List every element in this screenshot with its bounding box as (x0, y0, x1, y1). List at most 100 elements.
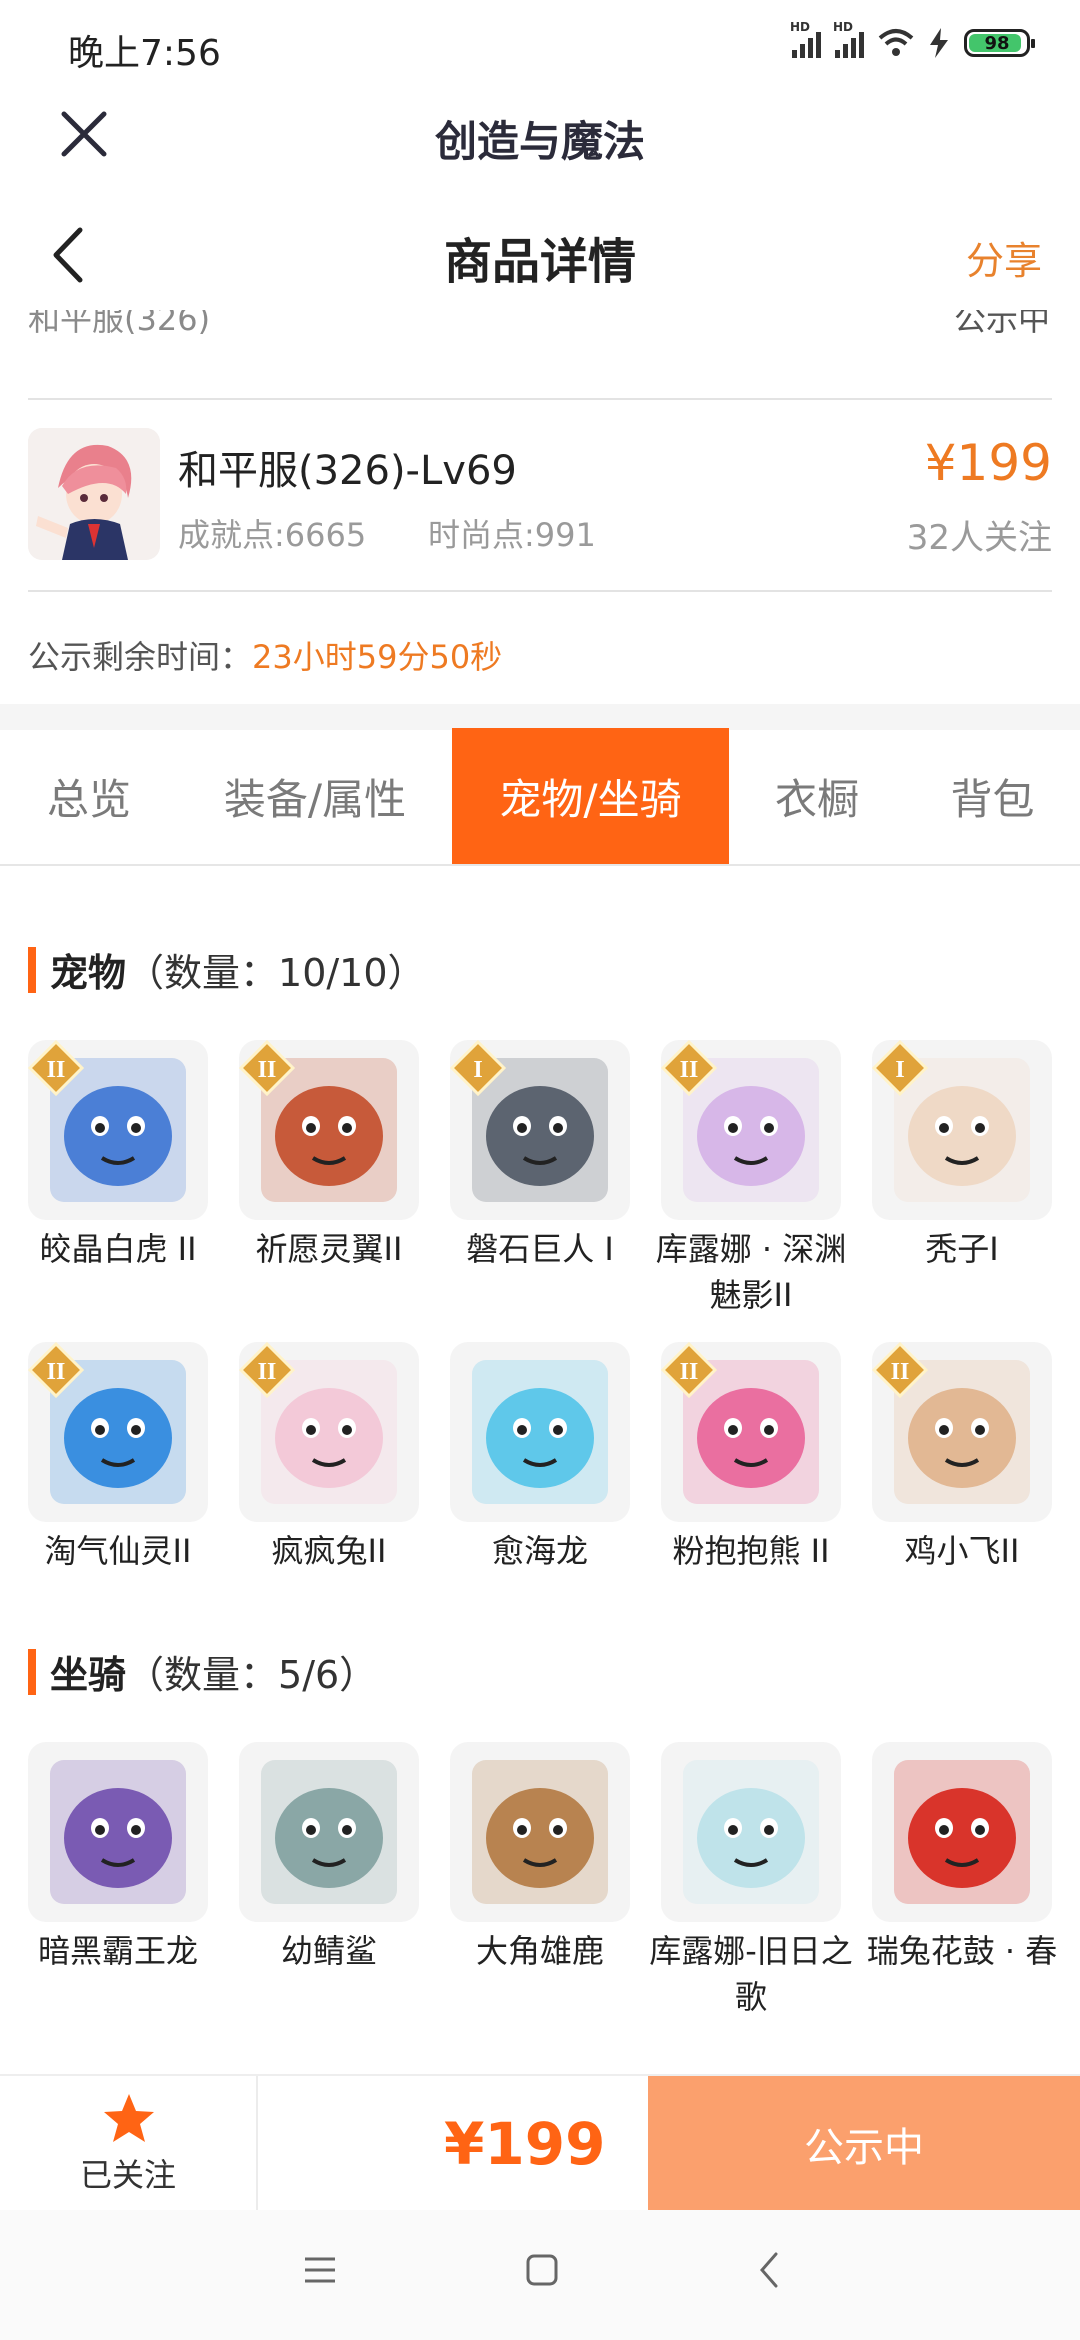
tab-overview[interactable]: 总览 (0, 728, 178, 864)
nav-bar: 商品详情 分享 (0, 200, 1080, 310)
tab-bar: 总览 装备/属性 宠物/坐骑 衣橱 背包 (0, 728, 1080, 864)
pet-name: 祈愿灵翼II (255, 1230, 403, 1268)
mount-name: 瑞兔花鼓 · 春 (866, 1932, 1058, 1970)
pet-image: II (28, 1040, 208, 1220)
bottom-price: ¥199 (444, 2110, 606, 2178)
mount-item[interactable]: 库露娜-旧日之歌 (649, 1742, 853, 2020)
pet-item[interactable]: I 秃子I (872, 1040, 1052, 1272)
status-time: 晚上7:56 (68, 33, 221, 74)
pet-image: II (661, 1040, 841, 1220)
tab-equipment[interactable]: 装备/属性 (178, 728, 452, 864)
tabs-divider (0, 864, 1080, 866)
mount-item[interactable]: 暗黑霸王龙 (28, 1742, 208, 1974)
star-icon (104, 2094, 154, 2142)
follow-label: 已关注 (79, 2156, 176, 2194)
svg-text:II: II (47, 1359, 66, 1385)
back-nav-icon[interactable] (752, 2250, 788, 2290)
pet-name: 皎晶白虎 II (39, 1230, 197, 1268)
menu-icon[interactable] (302, 2252, 338, 2288)
character-avatar (28, 428, 160, 560)
pet-item[interactable]: II 淘气仙灵II (28, 1342, 208, 1574)
mount-image (239, 1742, 419, 1922)
app-title: 创造与魔法 (434, 117, 645, 166)
status-icons: HD HD 98 (790, 20, 1035, 58)
mount-image (28, 1742, 208, 1922)
tab-pets-mounts[interactable]: 宠物/坐骑 (452, 728, 729, 864)
remaining-time-label: 公示剩余时间： (28, 638, 253, 676)
remaining-time-value: 23小时59分50秒 (252, 638, 503, 676)
pet-image: II (872, 1342, 1052, 1522)
bottom-action-bar: 已关注 ¥199 公示中 (0, 2074, 1080, 2212)
follow-button[interactable]: 已关注 (0, 2076, 258, 2212)
rank-badge-icon: I (872, 1040, 928, 1096)
section-marker (28, 1648, 36, 1695)
svg-text:II: II (258, 1057, 277, 1083)
pets-section-title: 宠物 （数量：10/10） (28, 942, 426, 997)
pets-count: （数量：10/10） (126, 951, 426, 995)
rank-badge-icon: II (28, 1342, 84, 1398)
pet-name: 磐石巨人 I (466, 1230, 614, 1268)
system-nav-bar (0, 2210, 1080, 2340)
pet-name: 库露娜 · 深渊魅影II (655, 1230, 847, 1314)
mounts-section-title: 坐骑 （数量：5/6） (28, 1644, 377, 1699)
pet-item[interactable]: I 磐石巨人 I (450, 1040, 630, 1272)
pet-item[interactable]: II 粉抱抱熊 II (661, 1342, 841, 1574)
svg-text:I: I (473, 1057, 482, 1083)
charging-icon (930, 28, 948, 58)
mount-name: 库露娜-旧日之歌 (649, 1932, 853, 2016)
pet-item[interactable]: II 疯疯兔II (239, 1342, 419, 1574)
pet-name: 淘气仙灵II (44, 1532, 192, 1570)
rank-badge-icon: I (450, 1040, 506, 1096)
svg-text:I: I (895, 1057, 904, 1083)
mount-item[interactable]: 幼鲭鲨 (239, 1742, 419, 1974)
product-name: 和平服(326)-Lv69 (178, 448, 517, 494)
pet-name: 粉抱抱熊 II (672, 1532, 830, 1570)
mount-image (872, 1742, 1052, 1922)
tab-bag[interactable]: 背包 (905, 728, 1080, 864)
remaining-time: 公示剩余时间：23小时59分50秒 (28, 632, 502, 678)
pet-name: 疯疯兔II (271, 1532, 387, 1570)
pet-item[interactable]: II 祈愿灵翼II (239, 1040, 419, 1272)
status-bar: 晚上7:56 HD HD 98 (0, 0, 1080, 84)
share-button[interactable]: 分享 (966, 230, 1042, 285)
section-gap (0, 704, 1080, 730)
mount-item[interactable]: 瑞兔花鼓 · 春 (867, 1742, 1057, 1974)
pet-item[interactable]: 愈海龙 (450, 1342, 630, 1574)
pet-image: II (28, 1342, 208, 1522)
wifi-icon (878, 29, 914, 56)
pet-image: I (872, 1040, 1052, 1220)
signal-icon: HD (790, 20, 821, 58)
svg-text:II: II (680, 1057, 699, 1083)
rank-badge-icon: II (661, 1040, 717, 1096)
public-notice-button[interactable]: 公示中 (648, 2076, 1080, 2212)
pet-name: 愈海龙 (491, 1532, 588, 1570)
section-marker (28, 946, 36, 993)
character-image (28, 428, 160, 560)
pet-image: II (239, 1342, 419, 1522)
fashion-points: 时尚点:991 (428, 516, 596, 554)
signal-icon: HD (833, 20, 864, 58)
svg-text:II: II (891, 1359, 910, 1385)
pet-image (450, 1342, 630, 1522)
mounts-title: 坐骑 (50, 1653, 127, 1697)
svg-text:II: II (47, 1057, 66, 1083)
pet-item[interactable]: II 鸡小飞II (872, 1342, 1052, 1574)
pet-item[interactable]: II 皎晶白虎 II (28, 1040, 208, 1272)
server-name: 和平服(326) (28, 310, 211, 338)
mount-image (661, 1742, 841, 1922)
pet-image: II (661, 1342, 841, 1522)
rank-badge-icon: II (239, 1342, 295, 1398)
listing-status: 公示中 (953, 310, 1050, 338)
follower-count: 32人关注 (906, 518, 1052, 558)
svg-text:II: II (680, 1359, 699, 1385)
pets-title: 宠物 (50, 951, 127, 995)
mount-image (450, 1742, 630, 1922)
battery-icon: 98 (964, 29, 1035, 57)
pet-item[interactable]: II 库露娜 · 深渊魅影II (656, 1040, 846, 1318)
pet-image: I (450, 1040, 630, 1220)
home-icon[interactable] (524, 2252, 560, 2288)
mount-name: 暗黑霸王龙 (37, 1932, 198, 1970)
page-title: 商品详情 (443, 234, 636, 290)
tab-wardrobe[interactable]: 衣橱 (729, 728, 905, 864)
mount-item[interactable]: 大角雄鹿 (450, 1742, 630, 1974)
